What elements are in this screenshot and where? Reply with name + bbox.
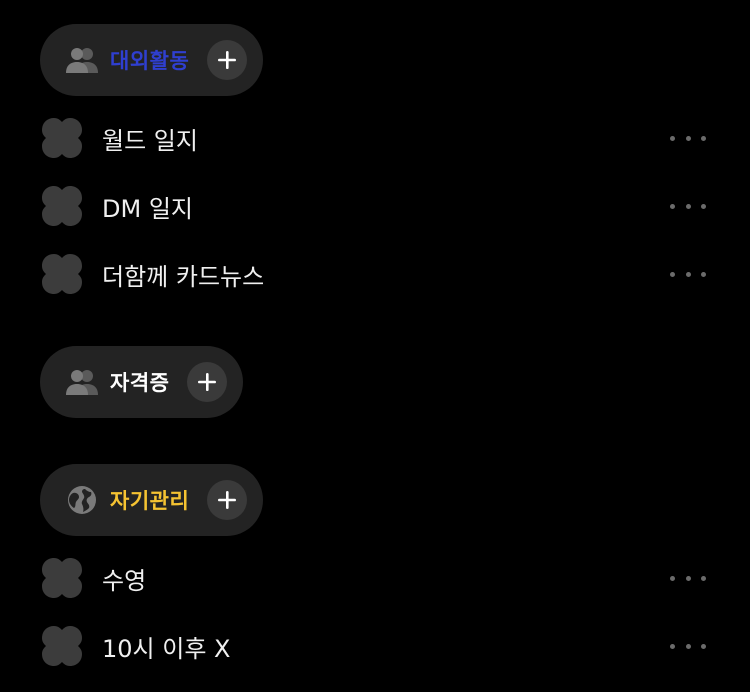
dot — [670, 643, 675, 649]
dot — [685, 271, 691, 277]
plus-icon — [218, 51, 237, 69]
page-icon — [40, 116, 84, 160]
list-item-label: 10시 이후 X — [102, 634, 231, 663]
dot — [670, 203, 675, 209]
dot — [670, 135, 675, 141]
section-title: 자기관리 — [110, 489, 190, 513]
dot — [670, 271, 675, 277]
add-page-button[interactable] — [207, 480, 248, 520]
dot — [685, 643, 691, 649]
section-title: 자격증 — [110, 371, 170, 395]
more-options-button[interactable] — [670, 196, 706, 216]
list-item[interactable]: 10시 이후 X — [40, 624, 710, 668]
section-header-self-management[interactable]: 자기관리 — [40, 464, 264, 536]
add-page-button[interactable] — [187, 362, 228, 402]
list-item-label: 더함께 카드뉴스 — [102, 262, 265, 291]
dot — [701, 203, 706, 209]
dot — [685, 203, 691, 209]
page-icon — [40, 252, 84, 296]
plus-icon — [218, 491, 237, 509]
list-item[interactable]: 월드 일지 — [40, 116, 710, 160]
page-icon — [40, 624, 84, 668]
list-item[interactable]: 더함께 카드뉴스 — [40, 252, 710, 296]
section-header-outside-activities[interactable]: 대외활동 — [40, 24, 264, 96]
people-icon — [64, 42, 100, 78]
list-item[interactable]: 수영 — [40, 556, 710, 600]
add-page-button[interactable] — [207, 40, 248, 80]
dot — [685, 135, 691, 141]
dot — [701, 643, 706, 649]
dot — [701, 135, 706, 141]
dot — [685, 575, 691, 581]
section-header-certificates[interactable]: 자격증 — [40, 346, 244, 418]
more-options-button[interactable] — [670, 568, 706, 588]
page-icon — [40, 184, 84, 228]
dot — [701, 271, 706, 277]
more-options-button[interactable] — [670, 128, 706, 148]
more-options-button[interactable] — [670, 264, 706, 284]
dot — [701, 575, 706, 581]
globe-icon — [64, 482, 100, 518]
list-item-label: 월드 일지 — [102, 126, 198, 155]
dot — [670, 575, 675, 581]
list-item[interactable]: DM 일지 — [40, 184, 710, 228]
list-item-label: 수영 — [102, 566, 147, 595]
list-item-label: DM 일지 — [102, 194, 193, 223]
more-options-button[interactable] — [670, 636, 706, 656]
people-icon — [64, 364, 100, 400]
plus-icon — [198, 373, 217, 391]
section-title: 대외활동 — [110, 49, 190, 73]
page-icon — [40, 556, 84, 600]
